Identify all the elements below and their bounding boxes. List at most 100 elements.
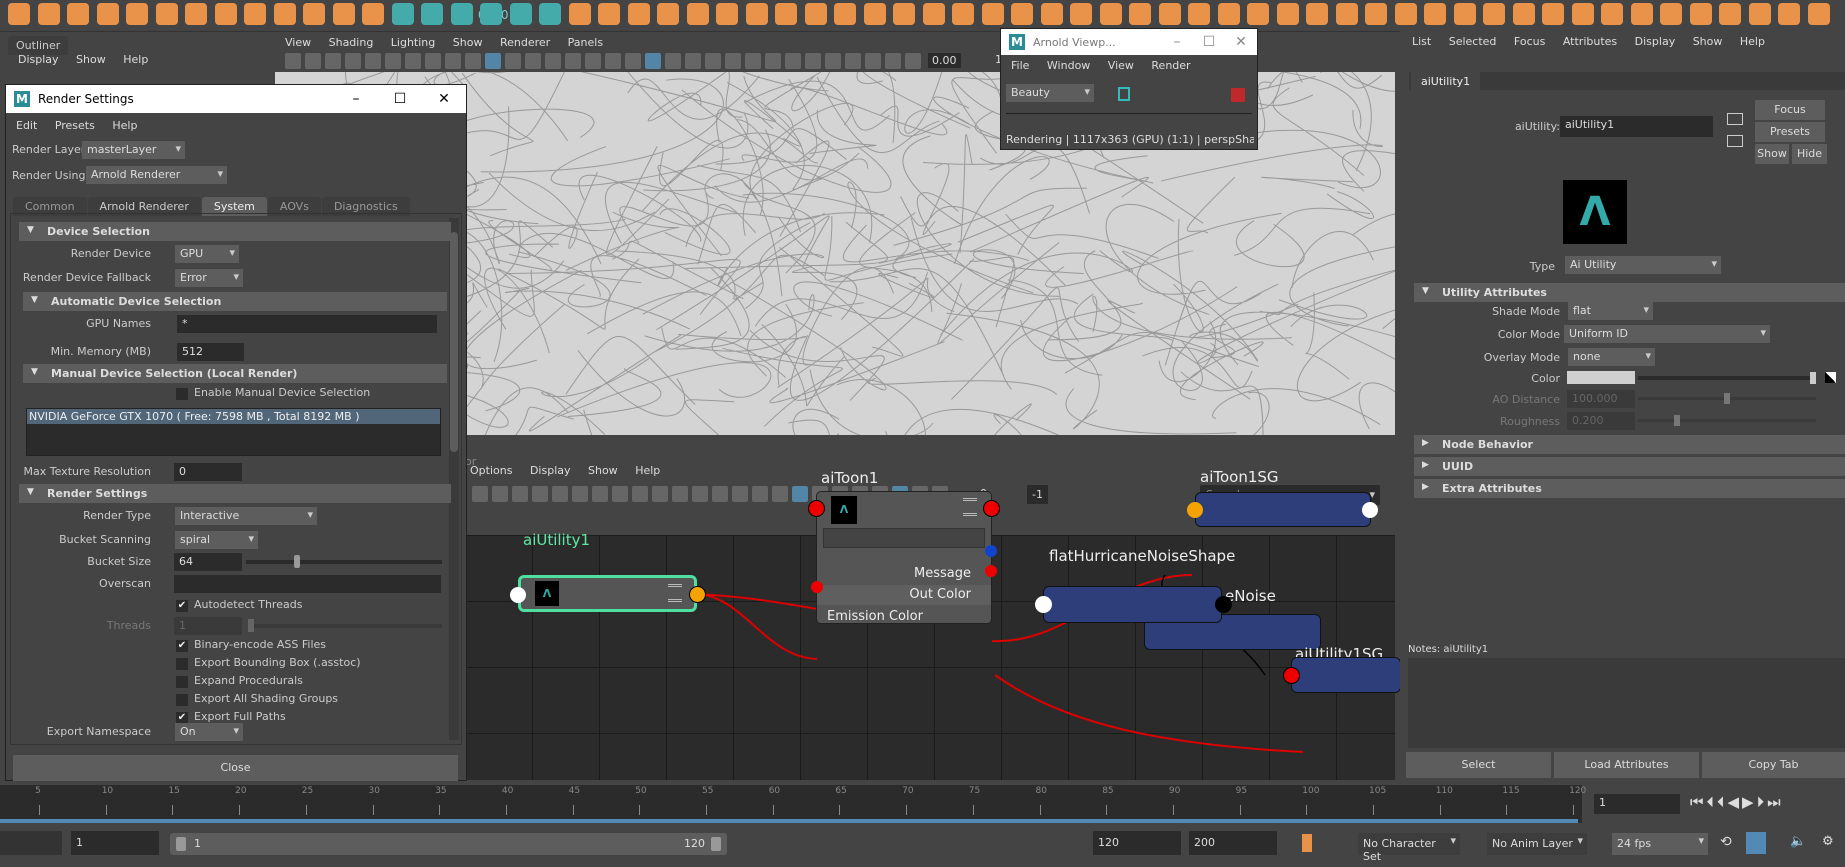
attr-list-icon[interactable] [668,584,682,602]
arv-menu-window[interactable]: Window [1047,59,1090,72]
node-aiToon1SG[interactable] [1195,492,1371,527]
overlay-mode-dropdown[interactable]: none [1568,348,1655,366]
viewport-menu-renderer[interactable]: Renderer [500,36,550,49]
shelf-tool-icon[interactable] [1365,3,1387,25]
shelf-tool-icon[interactable] [834,3,856,25]
shelf-tool-icon[interactable] [391,3,414,25]
shelf-tool-icon[interactable] [8,3,30,25]
crop-region-icon[interactable] [1118,87,1130,101]
toolbar-button-icon[interactable] [725,53,741,69]
maximize-button[interactable]: ☐ [1193,34,1225,50]
toolbar-button-icon[interactable] [485,53,501,69]
node-aiUtility1SG[interactable] [1291,657,1401,693]
shelf-tool-icon[interactable] [1040,3,1063,25]
shelf-tool-icon[interactable] [981,3,1004,25]
section-utility-attributes[interactable]: Utility Attributes [1414,283,1845,302]
outliner-menu-display[interactable]: Display [18,53,59,66]
toolbar-button-icon[interactable] [612,486,628,502]
port-emission-color[interactable]: Emission Color [827,609,923,624]
output-port[interactable] [1362,502,1378,518]
current-frame-input[interactable]: 1 [1594,794,1680,814]
render-device-dropdown[interactable]: GPU [175,245,239,263]
slider-thumb[interactable] [293,555,300,568]
shelf-tool-icon[interactable] [657,3,679,25]
section-node-behavior[interactable]: Node Behavior [1414,435,1845,454]
toolbar-button-icon[interactable] [685,53,701,69]
toolbar-button-icon[interactable] [285,53,301,69]
toolbar-button-icon[interactable] [565,53,581,69]
toolbar-button-icon[interactable] [545,53,561,69]
minimize-button[interactable]: – [334,91,378,107]
toolbar-button-icon[interactable] [885,53,901,69]
anim-end-input[interactable]: 200 [1189,831,1277,855]
port-out-color[interactable]: Out Color [909,587,971,602]
toolbar-button-icon[interactable] [572,486,588,502]
shelf-tool-icon[interactable] [1099,3,1122,25]
shelf-tool-icon[interactable] [952,3,974,25]
toolbar-button-icon[interactable] [745,53,761,69]
enable-manual-checkbox[interactable] [176,388,188,400]
close-button[interactable]: Close [13,755,458,781]
output-port[interactable] [983,500,1000,517]
toolbar-button-icon[interactable] [792,486,808,502]
toolbar-button-icon[interactable] [752,486,768,502]
load-attributes-button[interactable]: Load Attributes [1554,752,1699,778]
show-button[interactable]: Show [1755,144,1789,164]
shelf-tool-icon[interactable] [1689,3,1712,25]
presets-button[interactable]: Presets [1755,122,1825,142]
node-aiUtility1[interactable]: Λ [518,575,697,612]
export-namespace-dropdown[interactable]: On [175,723,243,741]
scrollbar-thumb[interactable] [450,232,458,452]
node-graph[interactable]: aiUtility1 Λ aiToon1 Λ Message Out Color… [465,468,1401,780]
ne-menu-display[interactable]: Display [530,464,571,477]
shelf-tool-icon[interactable] [480,3,502,25]
shelf-tool-icon[interactable] [804,3,827,25]
color-mode-dropdown[interactable]: Uniform ID [1564,325,1770,343]
shelf-tool-icon[interactable] [1601,3,1623,25]
gpu-names-input[interactable]: * [177,315,437,333]
render-type-dropdown[interactable]: Interactive [175,507,317,525]
shelf-tool-icon[interactable] [539,3,561,25]
ae-menu-help[interactable]: Help [1740,35,1765,48]
gpu-list-item[interactable]: NVIDIA GeForce GTX 1070 ( Free: 7598 MB … [27,409,440,424]
node-aiToon1[interactable]: Λ Message Out Color Emission Color [816,491,992,624]
section-uuid[interactable]: UUID [1414,457,1845,476]
toolbar-button-icon[interactable] [512,486,528,502]
shelf-tool-icon[interactable] [67,3,89,25]
toolbar-button-icon[interactable] [905,53,921,69]
node-name-input[interactable]: aiUtility1 [1560,116,1713,137]
shelf-tool-icon[interactable] [273,3,296,25]
tab-aiUtility1[interactable]: aiUtility1 [1411,72,1481,91]
section-auto-device[interactable]: Automatic Device Selection [23,292,447,311]
attr-list-icon[interactable] [963,498,977,516]
toolbar-button-icon[interactable] [385,53,401,69]
toolbar-button-icon[interactable] [365,53,381,69]
arv-menu-render[interactable]: Render [1151,59,1190,72]
shelf-tool-icon[interactable] [1571,3,1594,25]
color-swatch[interactable] [1567,371,1635,384]
min-memory-input[interactable]: 512 [177,343,244,361]
shelf-tool-icon[interactable] [745,3,768,25]
anim-layer-dropdown[interactable]: No Anim Layer [1487,833,1587,855]
toolbar-button-icon[interactable] [525,53,541,69]
viewport-menu-panels[interactable]: Panels [568,36,603,49]
toolbar-button-icon[interactable] [532,486,548,502]
ne-menu-options[interactable]: Options [470,464,512,477]
toolbar-button-icon[interactable] [645,53,661,69]
toolbar-button-icon[interactable] [305,53,321,69]
character-set-dropdown[interactable]: No Character Set [1358,833,1460,863]
input-connections-icon[interactable] [1727,113,1743,125]
toolbar-button-icon[interactable] [845,53,861,69]
fallback-dropdown[interactable]: Error [175,269,243,287]
close-window-button[interactable]: ✕ [422,91,466,107]
shelf-tool-icon[interactable] [1011,3,1033,25]
bucket-size-slider[interactable] [246,555,442,568]
shelf-tool-icon[interactable] [1660,3,1682,25]
rs-menu-help[interactable]: Help [112,119,137,132]
shelf-tool-icon[interactable] [922,3,945,25]
toolbar-button-icon[interactable] [865,53,881,69]
shelf-tool-icon[interactable] [1217,3,1240,25]
shelf-tool-icon[interactable] [716,3,738,25]
output-port[interactable] [689,586,706,603]
toolbar-button-icon[interactable] [505,53,521,69]
